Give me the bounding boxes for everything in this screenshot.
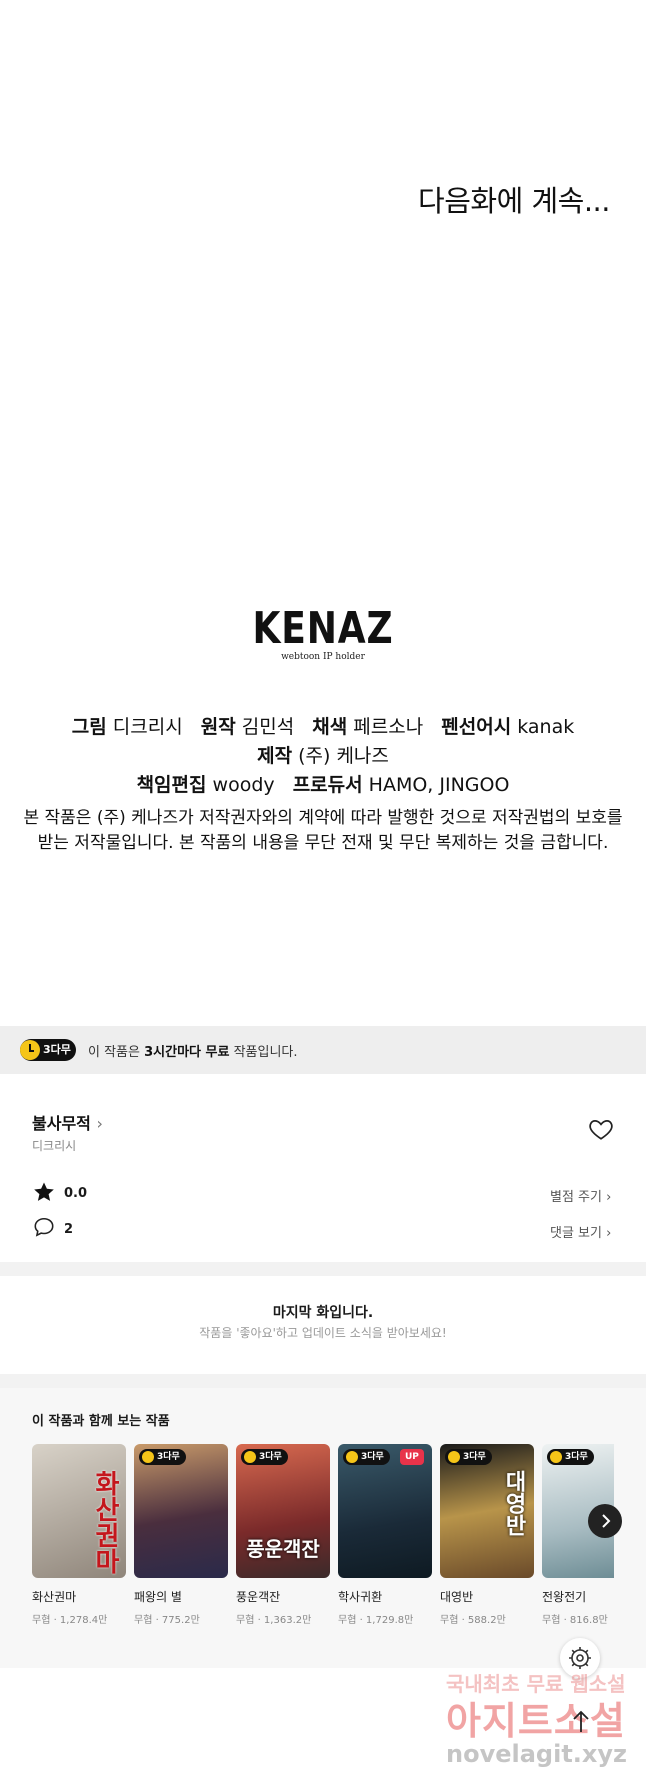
free-badge: 3다무 xyxy=(547,1449,594,1465)
credit-label-producer: 프로듀서 xyxy=(292,774,363,796)
credits-line-3: 책임편집 woody 프로듀서 HAMO, JINGOO xyxy=(0,770,646,797)
free-badge: 3다무 xyxy=(139,1449,186,1465)
recommendation-card[interactable]: 3다무 풍운객잔 풍운객잔 무협 · 1,363.2만 xyxy=(236,1444,330,1626)
free-badge-label: 3다무 xyxy=(43,1043,71,1056)
credit-label-original: 원작 xyxy=(200,716,236,738)
credit-editor: woody xyxy=(212,774,275,796)
card-title: 풍운객잔 xyxy=(236,1590,281,1604)
card-title: 패왕의 별 xyxy=(134,1590,182,1604)
logo-main-text: KENAZ xyxy=(252,603,394,654)
arrow-up-icon[interactable] xyxy=(566,1706,596,1736)
cover-title: 풍운객잔 xyxy=(246,1537,320,1561)
cover-thumbnail: 화산권마 xyxy=(32,1444,126,1578)
cover-title: 대영반 xyxy=(501,1470,526,1536)
recommendation-card[interactable]: 3다무 대영반 대영반 무협 · 588.2만 xyxy=(440,1444,534,1626)
card-meta: 무협 · 1,729.8만 xyxy=(338,1615,414,1626)
free-banner-text: 이 작품은 3시간마다 무료 작품입니다. xyxy=(88,1041,298,1060)
card-meta: 무협 · 588.2만 xyxy=(440,1615,506,1626)
credits-line-2: 제작 (주) 케나즈 xyxy=(0,741,646,768)
rating-value: 0.0 xyxy=(64,1186,88,1201)
section-divider xyxy=(0,1374,646,1388)
credit-color: 페르소나 xyxy=(353,716,424,738)
credit-art: 디크리시 xyxy=(112,716,183,738)
to-be-continued-text: 다음화에 계속... xyxy=(418,184,610,218)
cover-title: 화산권마 xyxy=(90,1470,120,1574)
section-divider xyxy=(0,1262,646,1276)
copyright-line-1: 본 작품은 (주) 케나즈가 저작권자와의 계약에 따라 발행한 것으로 저작권… xyxy=(23,808,623,828)
credit-production: (주) 케나즈 xyxy=(298,745,389,767)
credit-label-production: 제작 xyxy=(257,745,293,767)
card-title: 대영반 xyxy=(440,1590,474,1604)
up-badge: UP xyxy=(400,1449,424,1465)
clock-icon xyxy=(20,1040,40,1060)
work-title: 불사무적 xyxy=(32,1114,91,1133)
free-badge: 3다무 xyxy=(445,1449,492,1465)
cover-thumbnail: 3다무 풍운객잔 xyxy=(236,1444,330,1578)
credit-label-pencil: 펜선어시 xyxy=(441,716,512,738)
credit-pencil: kanak xyxy=(517,716,575,738)
copyright-line-2: 받는 저작물입니다. 본 작품의 내용을 무단 전재 및 무단 복제하는 것을 … xyxy=(37,833,609,853)
last-episode-subtitle: 작품을 '좋아요'하고 업데이트 소식을 받아보세요! xyxy=(199,1326,447,1340)
chevron-right-icon: › xyxy=(96,1114,103,1133)
credit-label-editor: 책임편집 xyxy=(136,774,207,796)
star-icon xyxy=(34,1182,54,1201)
card-meta: 무협 · 816.8만 xyxy=(542,1615,608,1626)
cover-thumbnail: 3다무 UP xyxy=(338,1444,432,1578)
work-title-link[interactable]: 불사무적 › xyxy=(32,1110,103,1134)
free-text-prefix: 이 작품은 xyxy=(88,1045,145,1060)
free-text-bold: 3시간마다 무료 xyxy=(144,1045,230,1060)
heart-icon[interactable] xyxy=(588,1116,614,1142)
cover-thumbnail: 3다무 대영반 xyxy=(440,1444,534,1578)
recommendation-title: 이 작품과 함께 보는 작품 xyxy=(32,1414,170,1429)
card-meta: 무협 · 1,278.4만 xyxy=(32,1615,108,1626)
recommendation-card[interactable]: 3다무 패왕의 별 무협 · 775.2만 xyxy=(134,1444,228,1626)
card-title: 전왕전기 xyxy=(542,1590,587,1604)
comment-icon xyxy=(34,1217,54,1237)
carousel-next-button[interactable] xyxy=(588,1504,622,1538)
comments-link[interactable]: 댓글 보기 › xyxy=(550,1222,611,1241)
recommendation-card[interactable]: 화산권마 화산권마 무협 · 1,278.4만 xyxy=(32,1444,126,1626)
card-title: 학사귀환 xyxy=(338,1590,383,1604)
watermark-line-3: novelagit.xyz xyxy=(446,1740,628,1768)
last-episode-title: 마지막 화입니다. xyxy=(272,1305,374,1321)
chevron-right-icon xyxy=(602,1514,611,1528)
cover-thumbnail: 3다무 xyxy=(134,1444,228,1578)
card-title: 화산권마 xyxy=(32,1590,77,1604)
credit-label-art: 그림 xyxy=(71,716,107,738)
rate-link[interactable]: 별점 주기 › xyxy=(550,1186,611,1205)
credit-original: 김민석 xyxy=(241,716,295,738)
credits-line-1: 그림 디크리시 원작 김민석 채색 페르소나 펜선어시 kanak xyxy=(0,712,646,739)
watermark-line-2: 아지트소설 xyxy=(446,1699,626,1743)
credit-label-color: 채색 xyxy=(312,716,348,738)
comment-count: 2 xyxy=(64,1222,74,1237)
free-badge: 3다무 xyxy=(241,1449,288,1465)
copyright-notice: 본 작품은 (주) 케나즈가 저작권자와의 계약에 따라 발행한 것으로 저작권… xyxy=(20,806,626,856)
credit-producer: HAMO, JINGOO xyxy=(368,774,510,796)
free-badge: 3다무 xyxy=(343,1449,390,1465)
publisher-logo: KENAZ webtoon IP holder xyxy=(0,603,646,663)
recommendation-card[interactable]: 3다무 UP 학사귀환 무협 · 1,729.8만 xyxy=(338,1444,432,1626)
card-meta: 무협 · 775.2만 xyxy=(134,1615,200,1626)
free-text-suffix: 작품입니다. xyxy=(229,1045,298,1060)
work-author: 디크리시 xyxy=(32,1139,77,1153)
card-meta: 무협 · 1,363.2만 xyxy=(236,1615,312,1626)
